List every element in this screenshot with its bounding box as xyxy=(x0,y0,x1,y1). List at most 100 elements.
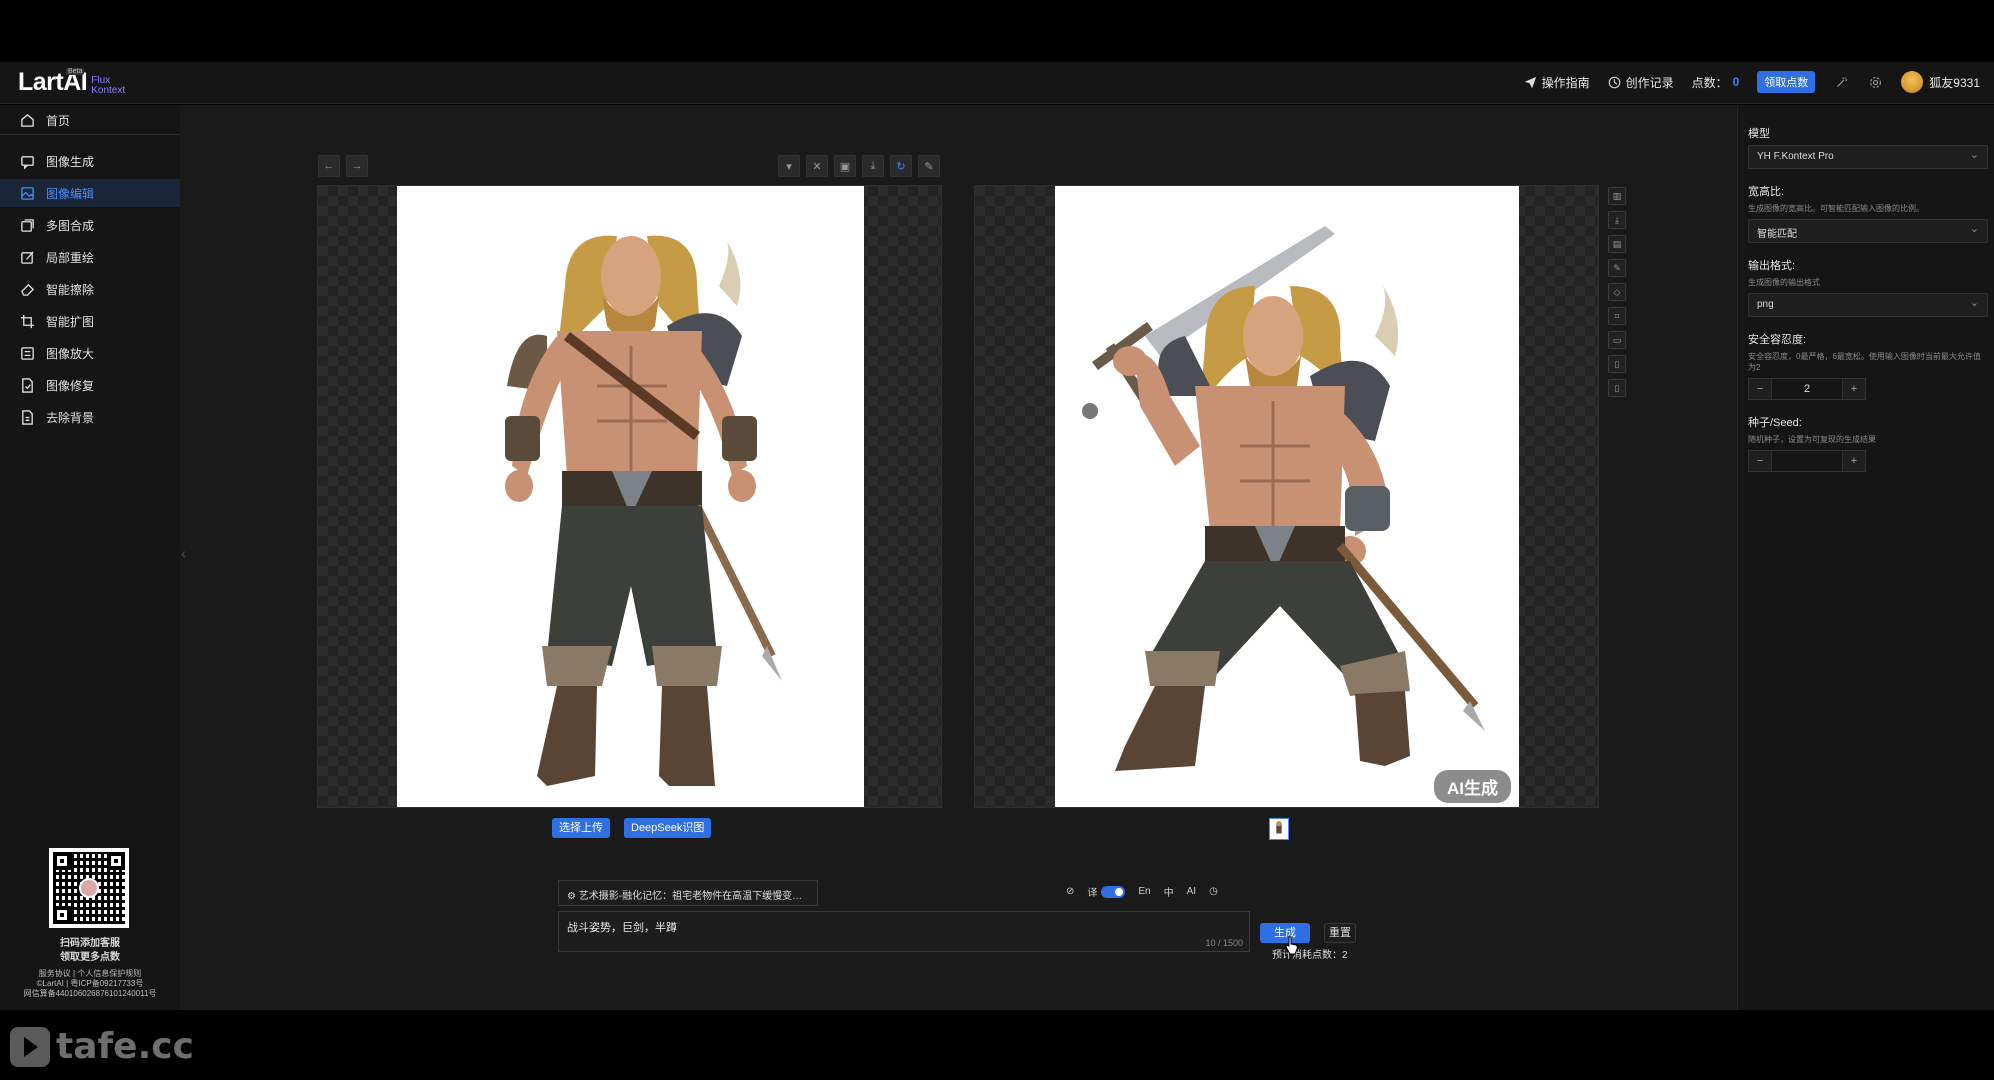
result-thumbnail[interactable] xyxy=(1269,818,1289,840)
remove-bg-icon[interactable]: ▯ xyxy=(1608,379,1626,397)
magic-icon[interactable] xyxy=(1833,74,1849,90)
history-label: 创作记录 xyxy=(1625,75,1674,90)
model-select[interactable]: YH F.Kontext Pro xyxy=(1748,145,1988,169)
guide-link[interactable]: 操作指南 xyxy=(1524,74,1590,91)
style-preset-select[interactable]: ⚙ 艺术摄影-融化记忆：祖宅老物件在高温下缓慢变形。... xyxy=(558,880,818,906)
download-icon[interactable]: ⤓ xyxy=(1608,211,1626,229)
gear-icon[interactable] xyxy=(1867,74,1883,90)
eraser-icon xyxy=(21,283,35,296)
decrement-button[interactable]: − xyxy=(1749,451,1771,471)
sidebar-item-repair[interactable]: 图像修复 xyxy=(0,371,180,399)
lang-en-button[interactable]: En xyxy=(1138,886,1150,897)
user-menu[interactable]: 狐友9331 xyxy=(1901,71,1980,93)
prompt-options: ⊘ 译 En 中 AI ◷ xyxy=(1066,884,1218,899)
save-icon[interactable]: ▤ xyxy=(1608,235,1626,253)
footer-record: 网信算备440106026876101240011号 xyxy=(23,989,157,998)
crop-icon[interactable]: ⌗ xyxy=(1608,307,1626,325)
watermark: tafe.cc xyxy=(10,1026,194,1067)
sidebar-footer: 扫码添加客服 领取更多点数 服务协议 | 个人信息保护规则 ©LartAI | … xyxy=(0,937,180,999)
model-value: YH F.Kontext Pro xyxy=(1757,151,1834,162)
username: 狐友9331 xyxy=(1929,75,1980,90)
footer-scan-text: 扫码添加客服 xyxy=(60,938,120,949)
delete-icon[interactable]: ▣ xyxy=(834,155,856,177)
format-select[interactable]: png xyxy=(1748,293,1988,317)
home-icon xyxy=(21,114,34,127)
safety-stepper[interactable]: − 2 + xyxy=(1748,378,1866,400)
toggle-switch[interactable] xyxy=(1101,885,1126,898)
repair-icon[interactable]: ▯ xyxy=(1608,355,1626,373)
input-image-panel[interactable] xyxy=(317,185,942,808)
clear-icon[interactable]: ⊘ xyxy=(1066,886,1074,897)
lang-zh-button[interactable]: 中 xyxy=(1164,884,1174,899)
chat-icon xyxy=(21,155,34,169)
refresh-icon[interactable]: ↻ xyxy=(890,155,912,177)
eraser-icon[interactable]: ◇ xyxy=(1608,283,1626,301)
footer-links[interactable]: 服务协议 | 个人信息保护规则 xyxy=(0,969,180,979)
format-desc: 生成图像的输出格式 xyxy=(1748,278,1820,287)
edit-icon[interactable]: ✎ xyxy=(1608,259,1626,277)
sidebar-item-inpaint[interactable]: 局部重绘 xyxy=(0,243,180,271)
history-toolbar: ← → xyxy=(318,155,368,177)
pin-icon[interactable]: ▾ xyxy=(778,155,800,177)
estimated-cost: 预计消耗点数：2 xyxy=(1272,950,1348,961)
translate-toggle[interactable]: 译 xyxy=(1087,884,1126,899)
seed-value[interactable] xyxy=(1771,451,1843,471)
sidebar-item-label: 局部重绘 xyxy=(46,250,95,265)
sidebar-item-image-generate[interactable]: 图像生成 xyxy=(0,147,180,175)
ratio-label: 宽高比: xyxy=(1748,186,1785,198)
ratio-value: 智能匹配 xyxy=(1757,229,1797,240)
model-label: 模型 xyxy=(1748,128,1770,140)
sidebar-item-label: 首页 xyxy=(46,114,71,128)
undo-button[interactable]: ← xyxy=(318,155,340,177)
sidebar-item-multi-compose[interactable]: 多图合成 xyxy=(0,211,180,239)
history-icon[interactable]: ◷ xyxy=(1209,886,1218,897)
brush-icon[interactable]: ✎ xyxy=(918,155,940,177)
decrement-button[interactable]: − xyxy=(1749,379,1771,399)
claim-points-button[interactable]: 领取点数 xyxy=(1757,71,1816,93)
ai-optimize-button[interactable]: AI xyxy=(1187,886,1196,897)
ai-generated-badge: AI生成 xyxy=(1434,770,1511,803)
sidebar-item-home[interactable]: 首页 xyxy=(0,107,180,135)
delete-icon[interactable]: ▥ xyxy=(1608,187,1626,205)
top-bar: LartAI Beta Flux Kontext 操作指南 创作记录 点数： 0… xyxy=(0,62,1994,104)
upload-button[interactable]: 选择上传 xyxy=(552,818,610,838)
input-image xyxy=(397,186,864,807)
increment-button[interactable]: + xyxy=(1843,451,1865,471)
close-icon[interactable]: ✕ xyxy=(806,155,828,177)
watermark-text: tafe.cc xyxy=(56,1026,194,1067)
download-icon[interactable]: ⤓ xyxy=(862,155,884,177)
output-side-toolbar: ▥ ⤓ ▤ ✎ ◇ ⌗ ▭ ▯ ▯ xyxy=(1608,187,1626,397)
prompt-input[interactable]: 战斗姿势，巨剑，半蹲 10 / 1500 xyxy=(558,911,1250,952)
sidebar-item-upscale[interactable]: 图像放大 xyxy=(0,339,180,367)
redo-button[interactable]: → xyxy=(346,155,368,177)
footer-points-text: 领取更多点数 xyxy=(60,952,120,963)
increment-button[interactable]: + xyxy=(1843,379,1865,399)
translate-label: 译 xyxy=(1087,888,1098,899)
sidebar: 首页 图像生成 图像编辑 多图合成 局部重绘 智能擦除 智能扩图 图像放大 图像… xyxy=(0,105,180,1010)
history-link[interactable]: 创作记录 xyxy=(1608,74,1674,91)
sidebar-collapse-handle[interactable]: ‹ xyxy=(181,545,191,570)
guide-label: 操作指南 xyxy=(1541,75,1590,90)
safety-value[interactable]: 2 xyxy=(1771,379,1843,399)
zoom-icon xyxy=(21,346,34,360)
output-image-panel[interactable]: AI生成 xyxy=(974,185,1599,808)
sidebar-item-image-edit[interactable]: 图像编辑 xyxy=(0,179,180,207)
prompt-text: 战斗姿势，巨剑，半蹲 xyxy=(567,922,677,934)
deepseek-recognize-button[interactable]: DeepSeek识图 xyxy=(624,818,712,838)
crop-icon xyxy=(20,314,35,328)
sidebar-item-erase[interactable]: 智能擦除 xyxy=(0,275,180,303)
ratio-select[interactable]: 智能匹配 xyxy=(1748,219,1988,243)
logo-badge: Beta xyxy=(66,68,85,75)
reset-button[interactable]: 重置 xyxy=(1324,923,1356,943)
logo[interactable]: LartAI Beta Flux Kontext xyxy=(18,68,125,97)
format-value: png xyxy=(1757,299,1774,310)
sidebar-item-outpaint[interactable]: 智能扩图 xyxy=(0,307,180,335)
sidebar-item-label: 图像修复 xyxy=(46,378,95,393)
avatar xyxy=(1901,71,1924,93)
sidebar-item-remove-bg[interactable]: 去除背景 xyxy=(0,403,180,431)
sidebar-item-label: 去除背景 xyxy=(46,410,95,425)
seed-stepper[interactable]: − + xyxy=(1748,450,1866,472)
sidebar-item-label: 图像生成 xyxy=(46,154,95,169)
sidebar-item-label: 图像编辑 xyxy=(46,186,95,201)
zoom-icon[interactable]: ▭ xyxy=(1608,331,1626,349)
